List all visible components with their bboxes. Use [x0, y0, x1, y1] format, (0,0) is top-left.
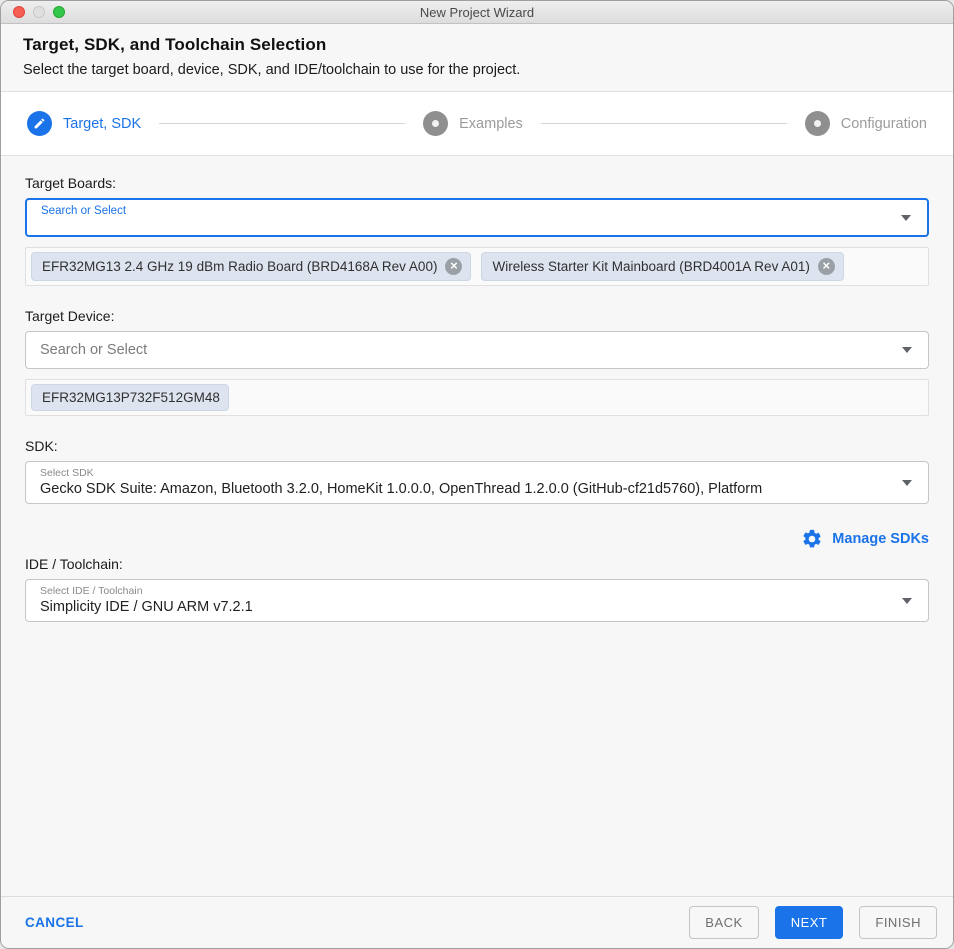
sdk-field-label: Select SDK — [40, 467, 94, 479]
chip: EFR32MG13 2.4 GHz 19 dBm Radio Board (BR… — [31, 252, 472, 281]
footer-actions: BACK NEXT FINISH — [689, 906, 937, 939]
wizard-header: Target, SDK, and Toolchain Selection Sel… — [1, 24, 953, 92]
traffic-lights — [13, 1, 65, 23]
step-label: Target, SDK — [63, 115, 142, 132]
remove-chip-icon[interactable]: × — [445, 258, 463, 275]
minimize-window-icon[interactable] — [33, 6, 45, 18]
wizard-stepper: Target, SDK Examples Configuration — [1, 92, 953, 156]
ide-value: Simplicity IDE / GNU ARM v7.2.1 — [40, 599, 253, 615]
chip: Wireless Starter Kit Mainboard (BRD4001A… — [481, 252, 844, 281]
target-boards-chips: EFR32MG13 2.4 GHz 19 dBm Radio Board (BR… — [25, 247, 929, 286]
chip: EFR32MG13P732F512GM48 — [31, 384, 229, 411]
cancel-button[interactable]: CANCEL — [25, 915, 84, 930]
ide-toolchain-label: IDE / Toolchain: — [25, 556, 123, 572]
finish-button[interactable]: FINISH — [859, 906, 937, 939]
zoom-window-icon[interactable] — [53, 6, 65, 18]
back-button[interactable]: BACK — [689, 906, 759, 939]
remove-chip-icon[interactable]: × — [817, 258, 835, 275]
wizard-content: Target Boards: Search or Select EFR32MG1… — [1, 156, 953, 896]
step-dot — [432, 120, 440, 127]
titlebar: New Project Wizard — [1, 1, 953, 24]
step-dot — [813, 120, 821, 127]
target-boards-placeholder: Search or Select — [41, 205, 127, 217]
sdk-select[interactable]: Select SDK Gecko SDK Suite: Amazon, Blue… — [25, 461, 929, 504]
window-title: New Project Wizard — [419, 4, 535, 20]
stepper-connector — [540, 123, 787, 124]
sdk-value: Gecko SDK Suite: Amazon, Bluetooth 3.2.0… — [40, 481, 763, 497]
target-boards-label: Target Boards: — [25, 175, 117, 191]
chip-label: EFR32MG13 2.4 GHz 19 dBm Radio Board (BR… — [42, 259, 438, 274]
wizard-footer: CANCEL BACK NEXT FINISH — [1, 896, 953, 948]
close-window-icon[interactable] — [13, 6, 25, 18]
page-subtitle: Select the target board, device, SDK, an… — [23, 62, 521, 78]
target-device-label: Target Device: — [25, 308, 115, 324]
edit-icon — [27, 111, 52, 136]
target-device-select[interactable]: Search or Select — [25, 331, 929, 369]
sdk-label: SDK: — [25, 438, 58, 454]
step-configuration[interactable]: Configuration — [804, 111, 927, 136]
chip-label: EFR32MG13P732F512GM48 — [42, 390, 220, 405]
chip-label: Wireless Starter Kit Mainboard (BRD4001A… — [492, 259, 810, 274]
new-project-wizard-window: New Project Wizard Target, SDK, and Tool… — [0, 0, 954, 949]
ide-toolchain-select[interactable]: Select IDE / Toolchain Simplicity IDE / … — [25, 579, 929, 622]
gear-icon[interactable] — [801, 528, 823, 550]
page-title: Target, SDK, and Toolchain Selection — [23, 35, 327, 54]
next-button[interactable]: NEXT — [774, 906, 844, 939]
step-label: Configuration — [840, 115, 927, 132]
stepper-connector — [159, 123, 406, 124]
target-boards-select[interactable]: Search or Select — [25, 198, 929, 237]
step-circle-icon — [804, 111, 830, 136]
step-examples[interactable]: Examples — [423, 111, 523, 136]
dropdown-arrow-icon[interactable] — [902, 479, 912, 486]
target-device-chips: EFR32MG13P732F512GM48 — [25, 379, 929, 416]
step-circle-icon — [423, 111, 449, 136]
pencil-icon — [33, 117, 46, 130]
manage-sdks-link[interactable]: Manage SDKs — [832, 531, 929, 547]
dropdown-arrow-icon[interactable] — [901, 214, 911, 221]
ide-field-label: Select IDE / Toolchain — [40, 585, 143, 597]
dropdown-arrow-icon[interactable] — [902, 597, 912, 604]
step-target-sdk[interactable]: Target, SDK — [27, 111, 141, 136]
manage-sdks-row: Manage SDKs — [25, 528, 929, 550]
step-label: Examples — [459, 115, 523, 132]
dropdown-arrow-icon[interactable] — [902, 347, 912, 353]
target-device-placeholder: Search or Select — [40, 342, 148, 358]
